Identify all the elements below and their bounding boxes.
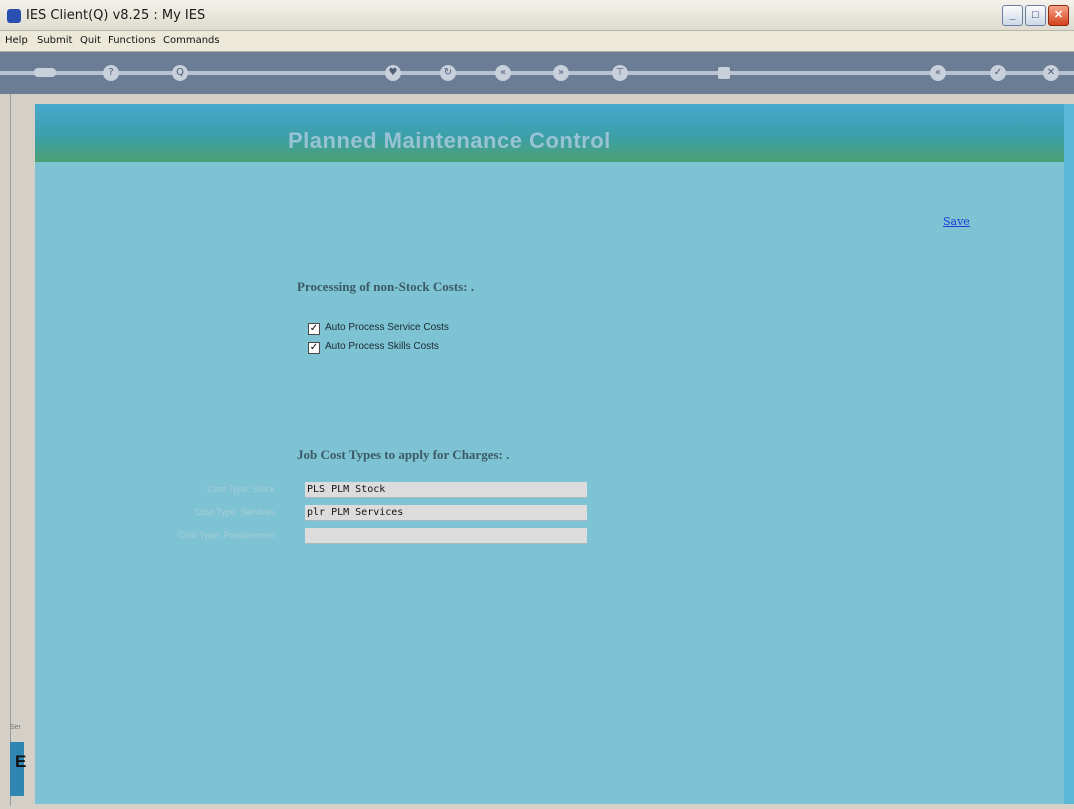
menu-submit[interactable]: Submit (37, 35, 72, 46)
maximize-button[interactable]: □ (1025, 5, 1046, 26)
menu-quit[interactable]: Quit (80, 35, 101, 46)
minimize-button[interactable]: _ (1002, 5, 1023, 26)
header-banner: Planned Maintenance Control (35, 104, 1074, 162)
check-icon[interactable]: ✓ (990, 65, 1006, 81)
toolbar-track (0, 71, 1074, 75)
cost-type-procurement-field[interactable] (305, 528, 587, 544)
content-panel: Planned Maintenance Control Save Process… (35, 104, 1074, 804)
menu-functions[interactable]: Functions (108, 35, 156, 46)
menu-commands[interactable]: Commands (163, 35, 220, 46)
favorite-icon[interactable]: ♥ (385, 65, 401, 81)
help-icon[interactable]: ? (103, 65, 119, 81)
workspace: Planned Maintenance Control Save Process… (10, 94, 1074, 806)
field-label: Cost Type: Procurement (178, 530, 275, 540)
refresh-icon[interactable]: ↻ (440, 65, 456, 81)
left-edge-tag: Ser (10, 724, 21, 731)
tree-icon[interactable]: ⊤ (612, 65, 628, 81)
cost-type-stock-field[interactable]: PLS PLM Stock (305, 482, 587, 498)
non-stock-section-title: Processing of non-Stock Costs: . (297, 279, 475, 294)
cancel-icon[interactable]: ✕ (1043, 65, 1059, 81)
checkbox-label: Auto Process Skills Costs (325, 341, 439, 352)
page-title: Planned Maintenance Control (288, 128, 611, 153)
save-link[interactable]: Save (943, 215, 970, 228)
menu-help[interactable]: Help (5, 35, 28, 46)
auto-process-service-costs-checkbox[interactable]: ✓ (308, 323, 320, 335)
close-button[interactable]: ✕ (1048, 5, 1069, 26)
auto-process-skills-costs-checkbox[interactable]: ✓ (308, 342, 320, 354)
back-icon[interactable]: « (930, 65, 946, 81)
stop-icon[interactable] (718, 67, 730, 79)
menu-bar: Help Submit Quit Functions Commands (0, 31, 1074, 52)
left-edge-letter: E (15, 752, 27, 771)
checkbox-label: Auto Process Service Costs (325, 322, 449, 333)
previous-icon[interactable]: « (495, 65, 511, 81)
right-edge-strip (1064, 104, 1074, 804)
app-icon (7, 9, 21, 23)
cost-type-services-field[interactable]: plr PLM Services (305, 505, 587, 521)
title-bar: IES Client(Q) v8.25 : My IES _ □ ✕ (0, 0, 1074, 31)
next-icon[interactable]: » (553, 65, 569, 81)
job-cost-section-title: Job Cost Types to apply for Charges: . (297, 447, 510, 462)
field-label: Cost Type: Services (195, 507, 275, 517)
search-icon[interactable]: Q (172, 65, 188, 81)
window-title: IES Client(Q) v8.25 : My IES (26, 8, 206, 23)
login-icon[interactable] (34, 68, 56, 77)
field-label: Cost Type: Stock (207, 484, 275, 494)
toolbar: ? Q ♥ ↻ « » ⊤ « ✓ ✕ (0, 52, 1074, 94)
